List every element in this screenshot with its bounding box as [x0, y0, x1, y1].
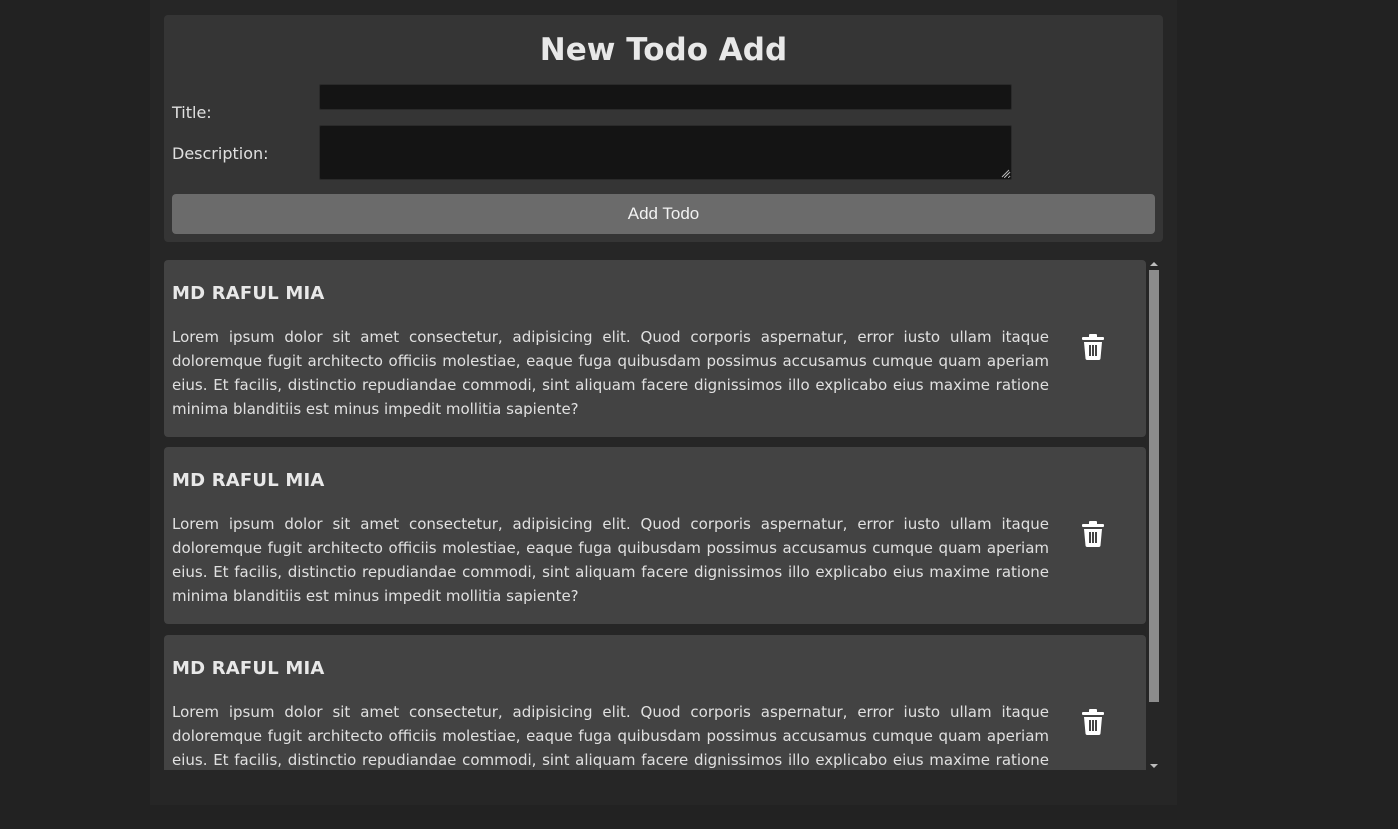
todo-list[interactable]: MD RAFUL MIA Lorem ipsum dolor sit amet … [164, 260, 1163, 770]
todo-title: MD RAFUL MIA [172, 283, 325, 304]
trash-icon[interactable] [1081, 521, 1105, 547]
description-input[interactable] [319, 125, 1012, 180]
todo-title: MD RAFUL MIA [172, 470, 325, 491]
scroll-up-arrow-icon[interactable] [1147, 260, 1161, 270]
description-label: Description: [172, 144, 269, 163]
title-input[interactable] [319, 84, 1012, 110]
list-scrollbar[interactable] [1147, 260, 1161, 770]
todo-item: MD RAFUL MIA Lorem ipsum dolor sit amet … [164, 447, 1146, 624]
title-label: Title: [172, 103, 212, 122]
trash-icon[interactable] [1081, 709, 1105, 735]
scrollbar-thumb[interactable] [1149, 270, 1159, 702]
scroll-down-arrow-icon[interactable] [1147, 760, 1161, 770]
todo-description: Lorem ipsum dolor sit amet consectetur, … [172, 328, 1049, 418]
todo-description: Lorem ipsum dolor sit amet consectetur, … [172, 703, 1049, 769]
form-heading: New Todo Add [539, 32, 788, 68]
add-todo-button[interactable]: Add Todo [172, 194, 1155, 234]
todo-item: MD RAFUL MIA Lorem ipsum dolor sit amet … [164, 260, 1146, 437]
todo-title: MD RAFUL MIA [172, 658, 325, 679]
todo-item: MD RAFUL MIA Lorem ipsum dolor sit amet … [164, 635, 1146, 770]
todo-form: New Todo Add Title: Description: Add Tod… [164, 15, 1163, 242]
trash-icon[interactable] [1081, 334, 1105, 360]
resize-grip-icon[interactable] [1000, 168, 1010, 178]
todo-description: Lorem ipsum dolor sit amet consectetur, … [172, 515, 1049, 605]
app-container: New Todo Add Title: Description: Add Tod… [150, 0, 1177, 805]
